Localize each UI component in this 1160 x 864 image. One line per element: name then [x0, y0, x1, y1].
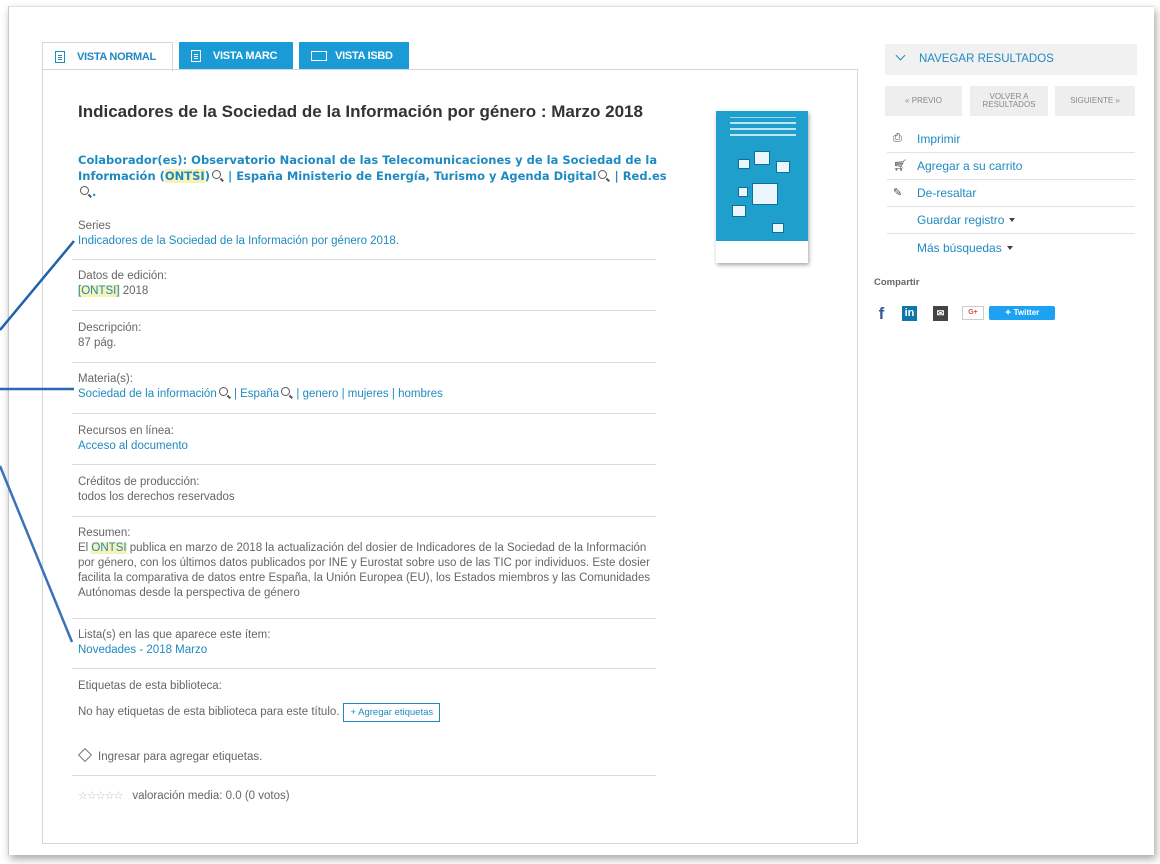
divider — [72, 618, 656, 619]
document-icon — [55, 51, 65, 63]
subjects-section: Materia(s): Sociedad de la información |… — [78, 373, 443, 400]
divider — [72, 516, 656, 517]
save-record-dropdown[interactable]: Guardar registro — [887, 209, 1135, 234]
login-to-tag-link[interactable]: Ingresar para agregar etiquetas. — [98, 751, 262, 763]
subject-link[interactable]: España — [240, 388, 279, 400]
add-to-cart-action[interactable]: 🛒︎ Agregar a su carrito — [887, 155, 1135, 180]
series-section: Series Indicadores de la Sociedad de la … — [78, 219, 658, 249]
subject-link[interactable]: mujeres — [348, 388, 389, 400]
description-section: Descripción: 87 pág. — [78, 322, 142, 349]
search-icon[interactable] — [281, 387, 291, 396]
browse-results-bar[interactable]: NAVEGAR RESULTADOS — [885, 44, 1137, 75]
pencil-icon: ✎ — [893, 187, 903, 199]
tag-icon — [77, 747, 93, 763]
series-link[interactable]: Indicadores de la Sociedad de la Informa… — [78, 234, 658, 249]
back-to-results-button[interactable]: VOLVER A RESULTADOS — [970, 86, 1048, 116]
tags-section: Etiquetas de esta biblioteca: No hay eti… — [77, 679, 658, 765]
subject-link[interactable]: genero — [303, 388, 339, 400]
linkedin-icon[interactable]: in — [902, 306, 917, 321]
chevron-down-icon — [895, 50, 906, 61]
divider — [72, 464, 656, 465]
divider — [72, 413, 656, 414]
window-icon — [311, 51, 328, 61]
divider — [72, 259, 656, 260]
email-icon[interactable]: ✉ — [933, 306, 948, 321]
google-plus-icon[interactable]: G+ — [962, 306, 984, 320]
contributor-link[interactable]: Red.es — [623, 169, 667, 183]
printer-icon: ⎙ — [893, 132, 902, 144]
tab-vista-isbd[interactable]: VISTA ISBD — [299, 42, 409, 70]
subject-link[interactable]: hombres — [398, 388, 443, 400]
lists-section: Lista(s) en las que aparece este ítem: N… — [78, 628, 658, 658]
divider — [72, 310, 656, 311]
previous-button[interactable]: « PREVIO — [885, 86, 962, 116]
tab-vista-normal[interactable]: VISTA NORMAL — [42, 42, 173, 72]
divider — [72, 362, 656, 363]
unhighlight-action[interactable]: ✎ De-resaltar — [887, 182, 1135, 207]
edition-section: Datos de edición: [ONTSI] 2018 — [78, 270, 167, 297]
contributors: Colaborador(es): Observatorio Nacional d… — [78, 153, 667, 199]
caret-down-icon — [1006, 246, 1013, 250]
search-icon[interactable] — [598, 170, 608, 179]
rating-section: ☆☆☆☆☆ valoración media: 0.0 (0 votos) — [78, 790, 290, 802]
add-tags-button[interactable]: + Agregar etiquetas — [343, 703, 441, 722]
twitter-button[interactable]: ✦ Twitter — [989, 306, 1055, 320]
search-icon[interactable] — [80, 186, 89, 195]
twitter-icon: ✦ — [1004, 308, 1014, 317]
divider — [72, 775, 656, 776]
credits-section: Créditos de producción: todos los derech… — [78, 476, 235, 503]
facebook-icon[interactable]: f — [874, 305, 889, 322]
online-resources-section: Recursos en línea: Acceso al documento — [78, 424, 658, 454]
publisher-link[interactable]: [ONTSI] — [78, 285, 120, 297]
ontsi-link[interactable]: ONTSI — [91, 542, 127, 554]
tab-vista-marc[interactable]: VISTA MARC — [178, 42, 294, 70]
search-icon[interactable] — [211, 170, 221, 179]
subject-link[interactable]: Sociedad de la información — [78, 388, 217, 400]
record-title: Indicadores de la Sociedad de la Informa… — [78, 102, 643, 121]
caret-down-icon — [1009, 218, 1016, 222]
search-icon[interactable] — [218, 387, 228, 396]
contributor-link[interactable]: España Ministerio de Energía, Turismo y … — [236, 169, 596, 183]
cart-icon: 🛒︎ — [893, 160, 907, 172]
next-button[interactable]: SIGUIENTE » — [1055, 86, 1135, 116]
more-searches-dropdown[interactable]: Más búsquedas — [887, 237, 1135, 261]
view-tabs: VISTA NORMAL VISTA MARC VISTA ISBD — [42, 42, 415, 72]
rating-stars[interactable]: ☆☆☆☆☆ — [78, 790, 123, 802]
summary-section: Resumen: El ONTSI publica en marzo de 20… — [78, 527, 651, 599]
print-action[interactable]: ⎙ Imprimir — [887, 128, 1135, 153]
share-label: Compartir — [874, 277, 920, 288]
divider — [72, 668, 656, 669]
document-access-link[interactable]: Acceso al documento — [78, 439, 658, 454]
book-cover-image[interactable] — [716, 111, 808, 263]
document-icon — [190, 50, 201, 62]
list-link[interactable]: Novedades - 2018 Marzo — [78, 643, 658, 658]
